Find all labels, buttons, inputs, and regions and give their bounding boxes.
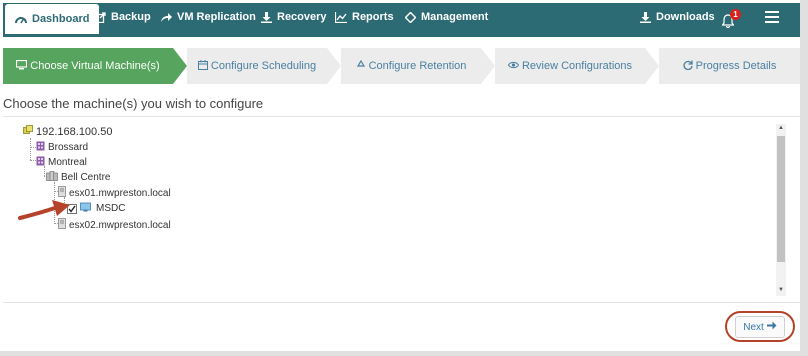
datacenter-icon [36,156,45,169]
divider [3,116,800,117]
tree-node-vcenter[interactable]: 192.168.100.50 [23,125,112,138]
nav-management[interactable]: Management [405,0,488,34]
step-progress-details-label: Progress Details [695,60,777,72]
share-icon [160,12,172,23]
tree-node-datacenter[interactable]: Montreal [36,156,87,169]
annotation-circle [725,311,795,342]
vcenter-icon [23,125,33,138]
tree-node-host[interactable]: esx02.mwpreston.local [58,218,171,232]
dashboard-icon [15,14,27,25]
page-border [800,0,808,356]
nav-downloads[interactable]: Downloads [640,0,715,34]
tree-node-label: MSDC [96,203,126,214]
tree-node-label: Montreal [48,157,87,168]
nav-recovery-label: Recovery [277,11,327,23]
step-progress-details[interactable]: Progress Details [659,48,800,84]
step-arrow [173,48,187,84]
nav-dashboard[interactable]: Dashboard [5,4,100,34]
tree-node-label: 192.168.100.50 [36,125,113,138]
diamond-move-icon [405,11,416,23]
calendar-icon [197,59,208,73]
tree-node-vm[interactable]: MSDC [67,202,125,215]
nav-vm-replication-label: VM Replication [177,11,256,23]
step-arrow [645,48,659,84]
menu-hamburger-icon[interactable] [765,11,779,23]
refresh-icon [683,60,693,73]
download-icon [640,11,651,23]
nav-backup[interactable]: Backup [95,0,151,34]
page-heading: Choose the machine(s) you wish to config… [3,96,264,111]
eye-icon [507,60,520,72]
step-configure-scheduling[interactable]: Configure Scheduling [187,48,327,84]
step-review-configurations-label: Review Configurations [521,60,633,72]
nav-vm-replication[interactable]: VM Replication [160,0,256,34]
desktop-icon [16,59,28,73]
tree-node-label: Brossard [48,142,89,153]
datacenter-icon [36,141,45,154]
scroll-down-icon[interactable]: ▼ [778,287,784,293]
step-configure-retention[interactable]: Configure Retention [341,48,481,84]
nav-recovery[interactable]: Recovery [261,0,327,34]
nav-dashboard-label: Dashboard [32,13,90,25]
nav-management-label: Management [421,11,489,23]
step-review-configurations[interactable]: Review Configurations [495,48,645,84]
tree-node-label: esx02.mwpreston.local [69,219,171,231]
step-configure-retention-label: Configure Retention [368,60,467,72]
nav-downloads-label: Downloads [656,11,715,23]
download-icon [261,11,272,23]
scrollbar-thumb[interactable] [777,136,785,262]
annotation-arrow-icon [18,200,70,220]
tree-node-cluster[interactable]: Bell Centre [46,171,110,184]
nav-reports-label: Reports [352,11,394,23]
divider [3,302,800,303]
nav-reports[interactable]: Reports [335,0,394,34]
page-border [0,351,808,356]
line-chart-icon [335,11,347,23]
step-choose-vms-label: Choose Virtual Machine(s) [30,60,160,72]
nav-backup-label: Backup [111,11,151,23]
step-choose-vms[interactable]: Choose Virtual Machine(s) [3,48,173,84]
tree-node-datacenter[interactable]: Brossard [36,141,88,154]
tree-node-label: esx01.mwpreston.local [69,187,171,199]
vm-icon [80,202,91,215]
wizard-steps: Choose Virtual Machine(s) Configure Sche… [3,48,800,84]
notification-badge: 1 [730,9,741,20]
recycle-icon [356,59,366,73]
scroll-up-icon[interactable]: ▲ [778,125,784,131]
step-arrow [481,48,495,84]
tree-node-host[interactable]: esx01.mwpreston.local [58,186,171,200]
external-link-icon [95,11,106,23]
tree-node-label: Bell Centre [61,172,111,183]
cluster-icon [46,171,58,184]
tree-connector [30,138,31,160]
step-configure-scheduling-label: Configure Scheduling [210,60,317,72]
step-arrow [327,48,341,84]
